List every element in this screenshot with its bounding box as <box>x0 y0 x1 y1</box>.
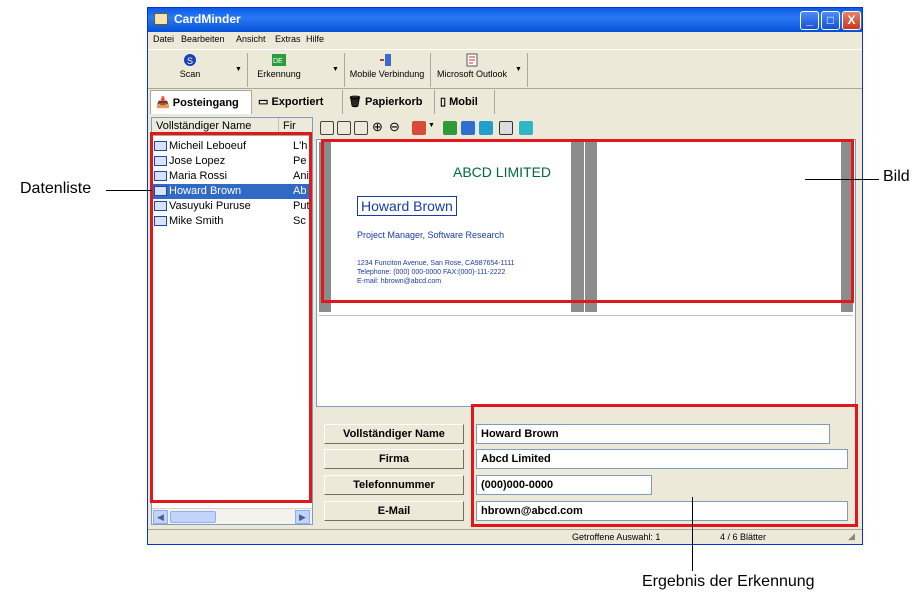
menu-extras[interactable]: Extras <box>275 34 301 44</box>
rotate-left-icon[interactable] <box>320 121 334 135</box>
status-bar: Getroffene Auswahl: 1 4 / 6 Blätter ◢ <box>148 529 862 544</box>
callout-line <box>692 497 693 571</box>
tab-papierkorb-label: Papierkorb <box>365 96 423 108</box>
callout-ergebnis: Ergebnis der Erkennung <box>642 573 815 590</box>
tab-exportiert-label: Exportiert <box>271 96 324 108</box>
erkennung-button[interactable]: DE Erkennung <box>250 50 308 88</box>
field-label-phone[interactable]: Telefonnummer <box>324 475 464 495</box>
field-label-email[interactable]: E-Mail <box>324 501 464 521</box>
menu-ansicht[interactable]: Ansicht <box>236 34 266 44</box>
tab-exportiert[interactable]: ▭ Exportiert <box>253 90 343 114</box>
menu-bar: Datei Bearbeiten Ansicht Extras Hilfe <box>148 32 862 48</box>
outlook-icon <box>464 53 480 67</box>
paste-icon[interactable] <box>519 121 533 135</box>
bild-highlight <box>321 139 854 303</box>
mobile-label: Mobile Verbindung <box>349 69 425 79</box>
scan-dropdown-icon[interactable]: ▼ <box>235 66 242 73</box>
front-side-icon[interactable] <box>443 121 457 135</box>
close-button[interactable]: X <box>842 11 861 30</box>
export-icon: ▭ <box>258 96 269 108</box>
datenliste-highlight <box>150 132 312 503</box>
resize-grip-icon[interactable]: ◢ <box>848 531 855 542</box>
scroll-right-icon[interactable]: ▶ <box>295 510 310 524</box>
scan-label: Scan <box>179 69 201 79</box>
recognition-icon: DE <box>271 53 287 67</box>
outlook-dropdown-icon[interactable]: ▼ <box>515 66 522 73</box>
zoom-in-icon[interactable]: ⊕ <box>372 119 383 135</box>
main-toolbar: S Scan ▼ DE Erkennung ▼ Mobile Verbindun… <box>148 49 862 89</box>
callout-line <box>106 190 152 191</box>
trash-icon: 🗑 <box>348 96 362 108</box>
viewer-divider <box>319 315 853 316</box>
field-label-name[interactable]: Vollständiger Name <box>324 424 464 444</box>
svg-text:DE: DE <box>273 58 283 65</box>
callout-datenliste: Datenliste <box>20 180 92 197</box>
scan-icon: S <box>182 53 198 67</box>
fit-page-icon[interactable] <box>354 121 368 135</box>
callout-line <box>805 179 879 180</box>
horizontal-scrollbar[interactable]: ◀ ▶ <box>152 508 312 524</box>
outlook-label: Microsoft Outlook <box>436 69 508 79</box>
toolbar-separator <box>344 53 345 87</box>
status-hits: Getroffene Auswahl: 1 <box>572 532 661 542</box>
toolbar-separator <box>527 53 528 87</box>
tab-posteingang-label: Posteingang <box>172 97 239 109</box>
erkennung-label: Erkennung <box>257 69 301 79</box>
scroll-thumb[interactable] <box>170 511 216 523</box>
callout-bild: Bild <box>883 168 910 185</box>
tab-mobil[interactable]: ▯ Mobil <box>435 90 495 114</box>
image-toolbar: ⊕ ⊖ ▼ <box>316 119 856 139</box>
zoom-out-icon[interactable]: ⊖ <box>389 119 400 135</box>
tab-posteingang[interactable]: 📥 Posteingang <box>150 90 252 114</box>
inbox-icon: 📥 <box>156 97 170 109</box>
menu-hilfe[interactable]: Hilfe <box>306 34 324 44</box>
scan-button[interactable]: S Scan <box>166 50 214 88</box>
outlook-button[interactable]: Microsoft Outlook <box>432 50 512 88</box>
menu-bearbeiten[interactable]: Bearbeiten <box>181 34 225 44</box>
rotate-right-icon[interactable] <box>337 121 351 135</box>
mobile-connection-button[interactable]: Mobile Verbindung <box>346 50 428 88</box>
chevron-down-icon[interactable]: ▼ <box>428 122 435 129</box>
svg-text:S: S <box>187 56 193 66</box>
title-bar[interactable]: CardMinder _ □ X <box>148 8 862 32</box>
ergebnis-highlight <box>471 404 858 527</box>
field-label-company[interactable]: Firma <box>324 449 464 469</box>
minimize-button[interactable]: _ <box>800 11 819 30</box>
duplex-icon[interactable] <box>479 121 493 135</box>
window-title: CardMinder <box>174 12 241 26</box>
back-side-icon[interactable] <box>461 121 475 135</box>
mobile-icon <box>379 53 395 67</box>
toolbar-separator <box>247 53 248 87</box>
tab-papierkorb[interactable]: 🗑 Papierkorb <box>343 90 435 114</box>
mobile-tab-icon: ▯ <box>440 96 447 108</box>
erkennung-dropdown-icon[interactable]: ▼ <box>332 66 339 73</box>
menu-datei[interactable]: Datei <box>153 34 174 44</box>
toolbar-separator <box>430 53 431 87</box>
copy-icon[interactable] <box>499 121 513 135</box>
app-icon <box>154 13 168 25</box>
scroll-left-icon[interactable]: ◀ <box>153 510 168 524</box>
status-pages: 4 / 6 Blätter <box>720 532 767 542</box>
maximize-button[interactable]: □ <box>821 11 840 30</box>
image-edit-icon[interactable] <box>412 121 426 135</box>
tab-mobil-label: Mobil <box>449 96 478 108</box>
